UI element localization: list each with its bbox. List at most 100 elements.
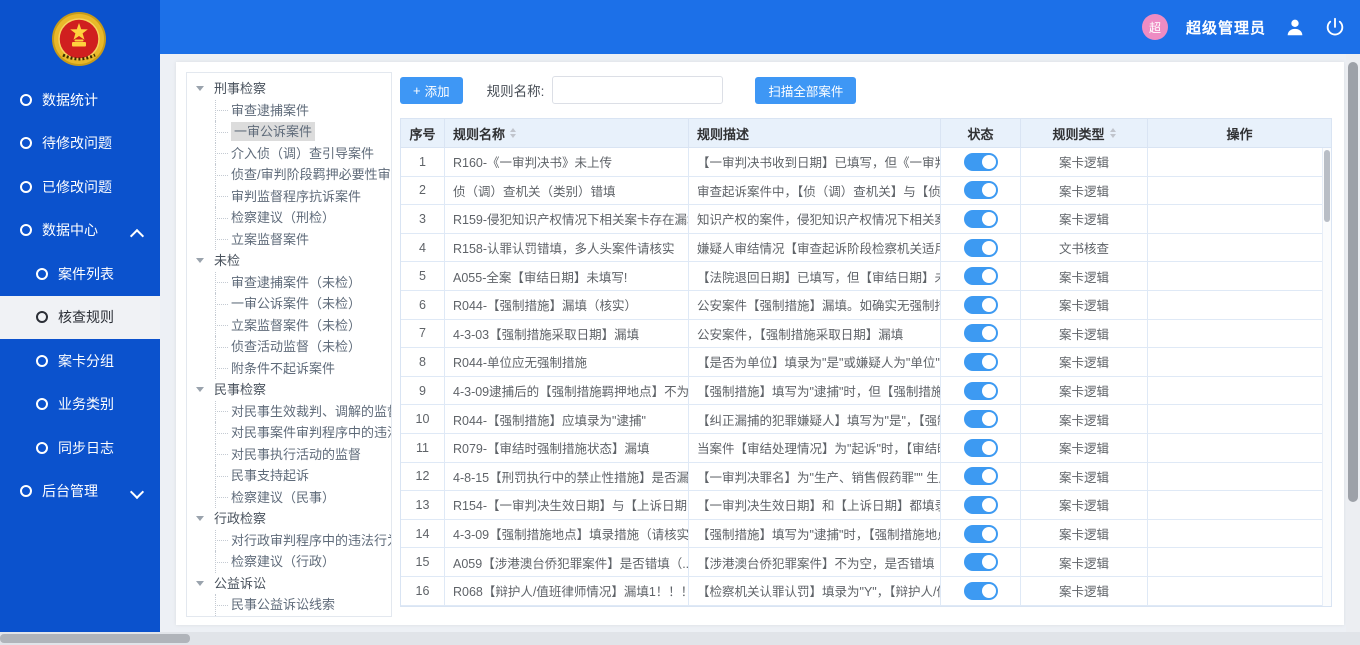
tree-item[interactable]: 未检: [187, 250, 391, 272]
cell-rule-type: 案卡逻辑: [1021, 205, 1148, 234]
scan-all-cases-button[interactable]: 扫描全部案件: [755, 77, 856, 104]
tree-item[interactable]: 刑事检察: [187, 78, 391, 100]
cell-operations: [1148, 463, 1323, 492]
cell-operations: [1148, 548, 1323, 577]
caret-down-icon: [196, 86, 204, 91]
tree-item[interactable]: 审判监督程序抗诉案件: [187, 186, 391, 208]
tree-item[interactable]: 行政检察: [187, 508, 391, 530]
page-vertical-scrollbar-track[interactable]: [1346, 54, 1360, 632]
sidebar-item[interactable]: 同步日志: [0, 426, 160, 470]
status-toggle[interactable]: [964, 296, 998, 314]
status-toggle[interactable]: [964, 239, 998, 257]
sort-icons[interactable]: [1110, 128, 1116, 138]
tree-item-label: 刑事检察: [214, 81, 266, 96]
tree-item[interactable]: 民事检察: [187, 379, 391, 401]
sort-asc-icon[interactable]: [1110, 128, 1116, 132]
page-horizontal-scrollbar-thumb[interactable]: [0, 634, 190, 643]
tree-item[interactable]: 一审公诉案件（未检）: [187, 293, 391, 315]
tree-item[interactable]: 一审公诉案件: [187, 121, 391, 143]
status-toggle[interactable]: [964, 467, 998, 485]
status-toggle[interactable]: [964, 439, 998, 457]
tree-item[interactable]: 民事支持起诉: [187, 465, 391, 487]
tree-item-label: 一审公诉案件（未检）: [231, 296, 361, 311]
add-rule-button[interactable]: + 添加: [400, 77, 463, 104]
table-row: 3 R159-侵犯知识产权情况下相关案卡存在漏填 知识产权的案件，侵犯知识产权情…: [401, 205, 1331, 234]
sidebar-item[interactable]: 业务类别: [0, 383, 160, 427]
tree-item[interactable]: 立案监督案件: [187, 229, 391, 251]
cell-rule-desc: 【强制措施】填写为"逮捕"时，【强制措施地点】...: [689, 520, 941, 549]
cell-rule-name: R160-《一审判决书》未上传: [445, 148, 689, 177]
sidebar-item[interactable]: 案件列表: [0, 252, 160, 296]
tree-item[interactable]: 对民事生效裁判、调解的监督: [187, 401, 391, 423]
table-row: 5 A055-全案【审结日期】未填写! 【法院退回日期】已填写，但【审结日期】未…: [401, 262, 1331, 291]
status-toggle[interactable]: [964, 553, 998, 571]
sort-desc-icon[interactable]: [510, 134, 516, 138]
sidebar-item[interactable]: 数据中心: [0, 209, 160, 253]
status-toggle[interactable]: [964, 181, 998, 199]
tree-item[interactable]: 对民事执行活动的监督: [187, 444, 391, 466]
table-row: 13 R154-【一审判决生效日期】与【上诉日期... 【一审判决生效日期】和【…: [401, 491, 1331, 520]
status-toggle[interactable]: [964, 267, 998, 285]
cell-rule-type: 案卡逻辑: [1021, 463, 1148, 492]
tree-item-label: 一审公诉案件: [231, 122, 315, 141]
status-toggle[interactable]: [964, 496, 998, 514]
sort-icons[interactable]: [510, 128, 516, 138]
cell-operations: [1148, 177, 1323, 206]
sidebar-item[interactable]: 待修改问题: [0, 122, 160, 166]
tree-item[interactable]: 介入侦（调）查引导案件: [187, 143, 391, 165]
sort-desc-icon[interactable]: [1110, 134, 1116, 138]
cell-status: [941, 262, 1021, 291]
tree-item[interactable]: 侦查活动监督（未检）: [187, 336, 391, 358]
cell-rule-type: 案卡逻辑: [1021, 148, 1148, 177]
tree-item[interactable]: 对行政审判程序中的违法行为: [187, 530, 391, 552]
header-rule-name[interactable]: 规则名称: [445, 119, 689, 148]
tree-item[interactable]: 立案监督案件（未检）: [187, 315, 391, 337]
table-scrollbar-track[interactable]: [1322, 148, 1331, 606]
username-label: 超级管理员: [1186, 17, 1266, 38]
tree-item[interactable]: 附条件不起诉案件: [187, 358, 391, 380]
status-toggle[interactable]: [964, 353, 998, 371]
table-body: 1 R160-《一审判决书》未上传 【一审判决书收到日期】已填写，但《一审判决.…: [401, 148, 1331, 606]
header-rule-type[interactable]: 规则类型: [1021, 119, 1148, 148]
sidebar-item[interactable]: 后台管理: [0, 470, 160, 514]
power-logout-icon[interactable]: [1324, 16, 1346, 38]
tree-item[interactable]: 对民事案件审判程序中的违法: [187, 422, 391, 444]
status-toggle[interactable]: [964, 382, 998, 400]
tree-item[interactable]: 审查逮捕案件: [187, 100, 391, 122]
status-toggle[interactable]: [964, 410, 998, 428]
tree-item[interactable]: 检察建议（行政）: [187, 551, 391, 573]
rules-content: + 添加 规则名称: 扫描全部案件 序号 规则名称 规则描述 状态: [400, 76, 1334, 607]
tree-item[interactable]: 民事公益诉讼线索: [187, 594, 391, 616]
sort-asc-icon[interactable]: [510, 128, 516, 132]
user-icon[interactable]: [1284, 16, 1306, 38]
status-toggle[interactable]: [964, 582, 998, 600]
circle-icon: [20, 224, 32, 236]
page-horizontal-scrollbar-track[interactable]: [0, 632, 1360, 645]
tree-item[interactable]: 民事公益诉讼诉前审查: [187, 616, 391, 618]
cell-rule-name: A059【涉港澳台侨犯罪案件】是否错填（...: [445, 548, 689, 577]
status-toggle[interactable]: [964, 153, 998, 171]
tree-item[interactable]: 侦查/审判阶段羁押必要性审查: [187, 164, 391, 186]
cell-no: 13: [401, 491, 445, 520]
header-operations: 操作: [1148, 119, 1331, 148]
chevron-icon: [130, 484, 144, 498]
tree-item[interactable]: 审查逮捕案件（未检）: [187, 272, 391, 294]
table-header-row: 序号 规则名称 规则描述 状态 规则类型 操作: [401, 119, 1331, 148]
cell-rule-type: 案卡逻辑: [1021, 491, 1148, 520]
tree-item[interactable]: 检察建议（刑检）: [187, 207, 391, 229]
cell-rule-desc: 【检察机关认罪认罚】填录为"Y"，【辩护人/值班...: [689, 577, 941, 606]
user-avatar[interactable]: 超: [1142, 14, 1168, 40]
status-toggle[interactable]: [964, 525, 998, 543]
table-scrollbar-thumb[interactable]: [1324, 150, 1330, 222]
status-toggle[interactable]: [964, 210, 998, 228]
page-vertical-scrollbar-thumb[interactable]: [1348, 62, 1358, 502]
tree-item[interactable]: 检察建议（民事）: [187, 487, 391, 509]
sidebar-item[interactable]: 核查规则: [0, 296, 160, 340]
rule-name-input[interactable]: [552, 76, 723, 104]
tree-item-label: 对行政审判程序中的违法行为: [231, 533, 391, 548]
status-toggle[interactable]: [964, 324, 998, 342]
sidebar-item[interactable]: 已修改问题: [0, 165, 160, 209]
sidebar-item[interactable]: 数据统计: [0, 78, 160, 122]
tree-item[interactable]: 公益诉讼: [187, 573, 391, 595]
sidebar-item[interactable]: 案卡分组: [0, 339, 160, 383]
